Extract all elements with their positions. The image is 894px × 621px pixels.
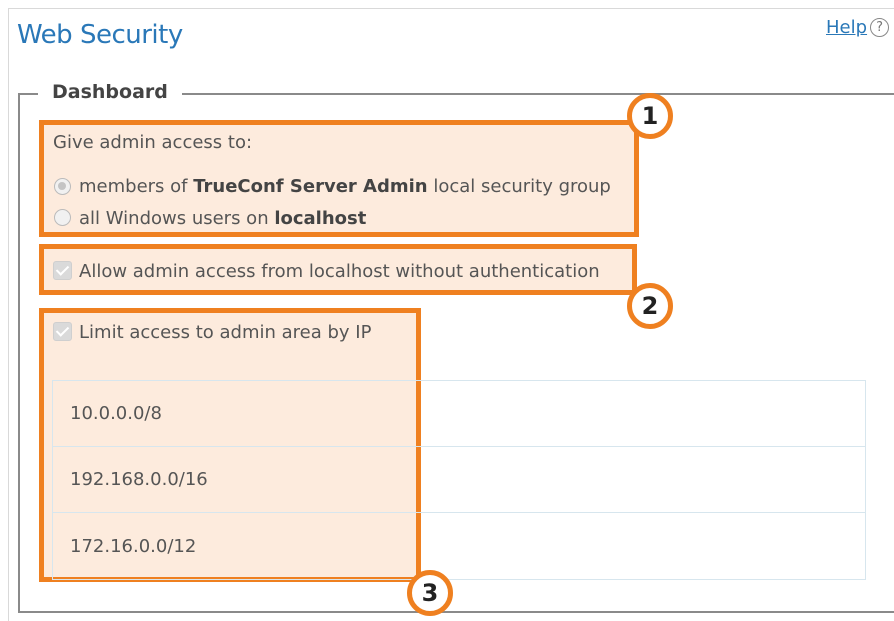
help-link[interactable]: Help — [826, 17, 867, 38]
localhost-access-checkbox[interactable] — [53, 261, 72, 280]
ip-list-row[interactable]: 172.16.0.0/12 — [53, 513, 865, 579]
callout-badge-1: 1 — [627, 93, 673, 139]
callout-badge-3: 3 — [407, 570, 453, 616]
callout-badge-2: 2 — [627, 283, 673, 329]
help-area: Help ? — [826, 17, 890, 38]
radio-admin-group[interactable] — [54, 178, 71, 195]
option1-text-post: local security group — [427, 176, 611, 197]
option2-host-name: localhost — [274, 208, 367, 229]
localhost-access-label: Allow admin access from localhost withou… — [79, 261, 600, 282]
admin-access-label: Give admin access to: — [53, 132, 253, 153]
question-circle-icon[interactable]: ? — [870, 18, 890, 37]
radio-all-windows-users[interactable] — [54, 209, 71, 226]
radio-admin-group-label: members of TrueConf Server Admin local s… — [79, 176, 611, 197]
option2-text-pre: all Windows users on — [79, 208, 275, 229]
limit-ip-label: Limit access to admin area by IP — [79, 322, 372, 343]
dashboard-legend: Dashboard — [38, 81, 182, 103]
ip-list-table: 10.0.0.0/8 192.168.0.0/16 172.16.0.0/12 — [52, 380, 866, 580]
ip-list-row[interactable]: 192.168.0.0/16 — [53, 447, 865, 513]
option1-text-pre: members of — [79, 176, 194, 197]
page-title: Web Security — [17, 20, 183, 50]
limit-ip-checkbox[interactable] — [53, 322, 72, 341]
option1-group-name: TrueConf Server Admin — [193, 176, 428, 197]
radio-all-windows-users-label: all Windows users on localhost — [79, 208, 366, 229]
ip-list-row[interactable]: 10.0.0.0/8 — [53, 381, 865, 447]
